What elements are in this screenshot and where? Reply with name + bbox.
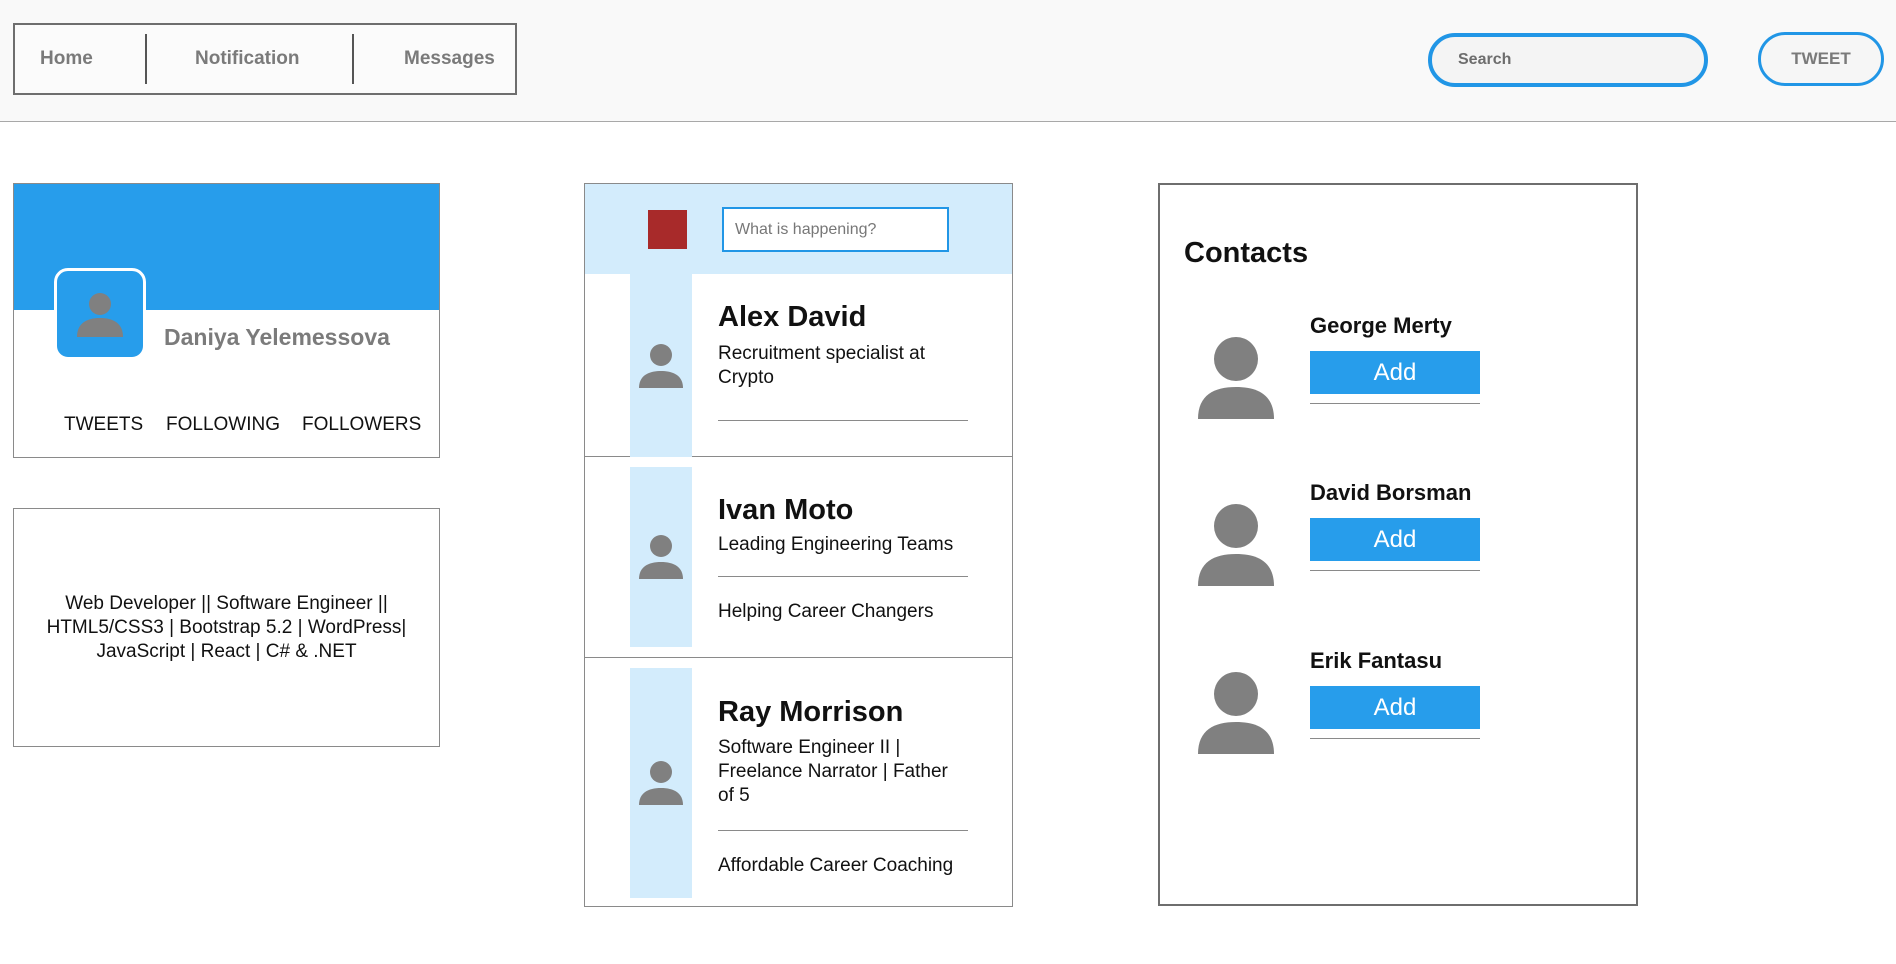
post-author-name[interactable]: Alex David: [718, 300, 968, 334]
user-avatar-icon: [1198, 337, 1274, 419]
post-body: Alex David Recruitment specialist at Cry…: [718, 274, 968, 421]
contact-divider: [1310, 738, 1480, 739]
nav-messages-link[interactable]: Messages: [354, 25, 514, 93]
profile-bio: Web Developer || Software Engineer || HT…: [46, 592, 407, 662]
tweet-button[interactable]: TWEET: [1758, 32, 1884, 86]
profile-stats: TWEETS FOLLOWING FOLLOWERS: [64, 414, 421, 436]
post-body: Ray Morrison Software Engineer II | Free…: [718, 658, 968, 878]
top-header: Home Notification Messages TWEET: [0, 0, 1896, 122]
feed-panel: Alex David Recruitment specialist at Cry…: [584, 183, 1013, 907]
user-avatar-icon: [639, 761, 683, 805]
profile-avatar[interactable]: [54, 268, 146, 360]
nav-home-link[interactable]: Home: [15, 25, 145, 93]
post-author-title: Leading Engineering Teams: [718, 534, 954, 555]
user-avatar-icon: [1198, 504, 1274, 586]
add-contact-button[interactable]: Add: [1310, 351, 1480, 394]
bio-card: Web Developer || Software Engineer || HT…: [13, 508, 440, 747]
feed-post: Alex David Recruitment specialist at Cry…: [585, 274, 1012, 457]
feed-post: Ray Morrison Software Engineer II | Free…: [585, 658, 1012, 906]
user-avatar-icon: [639, 535, 683, 579]
tweet-composer: [585, 184, 1012, 274]
contact-name[interactable]: Erik Fantasu: [1310, 648, 1442, 674]
search-input[interactable]: [1428, 33, 1708, 87]
main-nav: Home Notification Messages: [13, 23, 517, 95]
profile-card: Daniya Yelemessova TWEETS FOLLOWING FOLL…: [13, 183, 440, 458]
contacts-panel: Contacts George Merty Add David Borsman …: [1158, 183, 1638, 906]
post-extra-text: Affordable Career Coaching: [718, 855, 954, 876]
compose-tweet-input[interactable]: [722, 207, 949, 252]
contact-item: George Merty Add: [1160, 313, 1636, 453]
stat-following-link[interactable]: FOLLOWING: [166, 414, 302, 436]
user-avatar-icon: [77, 293, 123, 337]
profile-name: Daniya Yelemessova: [164, 324, 390, 350]
nav-notification-link[interactable]: Notification: [147, 25, 352, 93]
contact-name[interactable]: George Merty: [1310, 313, 1452, 339]
post-avatar-strip: [630, 668, 692, 898]
post-author-title: Recruitment specialist at Crypto: [718, 343, 925, 388]
stat-followers-link[interactable]: FOLLOWERS: [302, 414, 421, 436]
stat-tweets-link[interactable]: TWEETS: [64, 414, 166, 436]
post-author-name[interactable]: Ray Morrison: [718, 695, 968, 729]
post-divider: [718, 420, 968, 421]
user-avatar-icon: [1198, 672, 1274, 754]
contact-divider: [1310, 403, 1480, 404]
contact-item: Erik Fantasu Add: [1160, 648, 1636, 788]
post-author-title: Software Engineer II | Freelance Narrato…: [718, 737, 948, 806]
post-extra-text: Helping Career Changers: [718, 601, 934, 622]
post-body: Ivan Moto Leading Engineering Teams Help…: [718, 457, 968, 624]
contacts-title: Contacts: [1184, 237, 1309, 269]
user-avatar-icon: [639, 343, 683, 388]
contact-divider: [1310, 570, 1480, 571]
post-avatar-strip: [630, 467, 692, 647]
post-avatar-strip: [630, 274, 692, 457]
add-contact-button[interactable]: Add: [1310, 686, 1480, 729]
composer-avatar: [648, 210, 687, 249]
contact-item: David Borsman Add: [1160, 480, 1636, 620]
post-author-name[interactable]: Ivan Moto: [718, 493, 968, 527]
add-contact-button[interactable]: Add: [1310, 518, 1480, 561]
feed-post: Ivan Moto Leading Engineering Teams Help…: [585, 457, 1012, 658]
contact-name[interactable]: David Borsman: [1310, 480, 1471, 506]
